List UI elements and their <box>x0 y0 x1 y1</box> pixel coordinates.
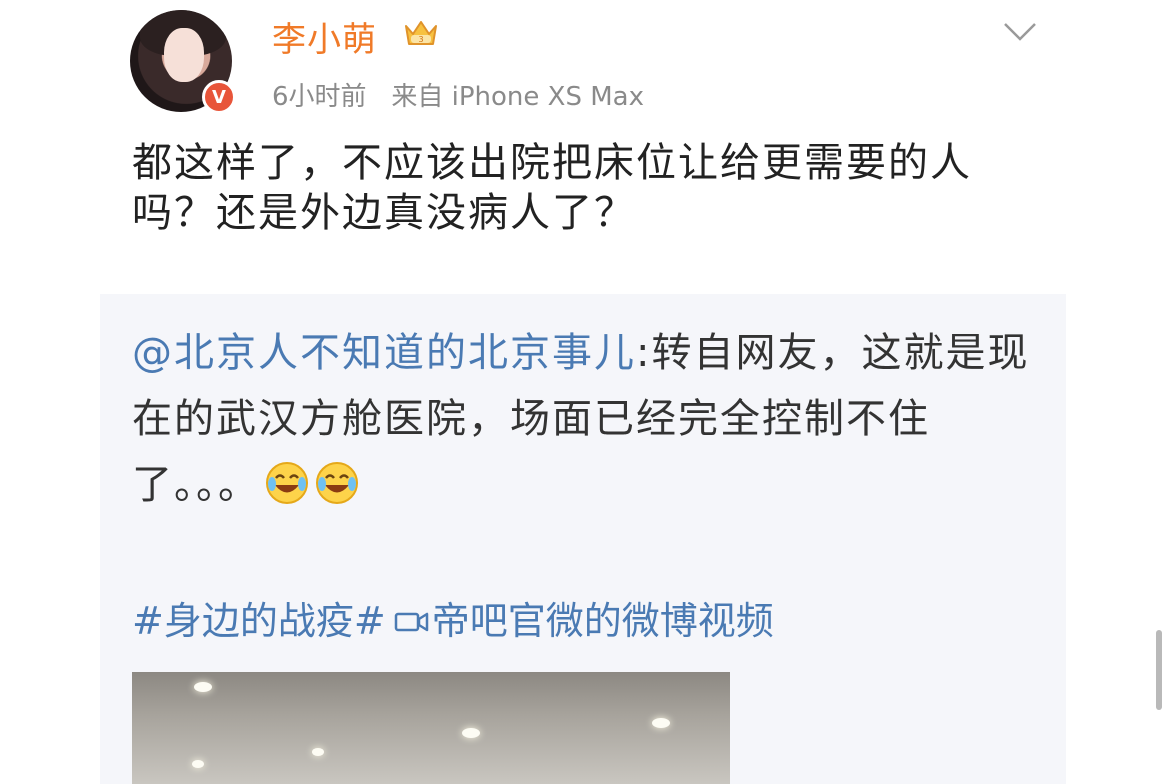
hashtag-link[interactable]: #身边的战疫# <box>132 599 386 643</box>
laugh-cry-icon <box>316 462 358 504</box>
post-time: 6小时前 <box>272 82 367 112</box>
svg-text:3: 3 <box>418 35 423 44</box>
post-text: 都这样了，不应该出院把床位让给更需要的人吗？还是外边真没病人了？ <box>132 140 972 236</box>
video-thumbnail[interactable] <box>132 672 730 784</box>
ceiling-light <box>462 728 480 738</box>
mention-link[interactable]: @北京人不知道的北京事儿 <box>132 330 636 376</box>
ceiling-light <box>652 718 670 728</box>
video-icon <box>394 612 428 632</box>
post-source[interactable]: 来自 iPhone XS Max <box>391 82 644 112</box>
screen: V 李小萌 3 6小时前 来自 iPhone XS Max 都这样了，不应该出院… <box>0 0 1176 784</box>
retweet-text: @北京人不知道的北京事儿:转自网友，这就是现在的武汉方舱医院，场面已经完全控制不… <box>132 320 1032 518</box>
ceiling-light <box>192 760 204 768</box>
post-meta: 6小时前 来自 iPhone XS Max <box>272 76 644 113</box>
laugh-cry-icon <box>266 462 308 504</box>
verified-badge: V <box>202 80 236 114</box>
ceiling-light <box>312 748 324 756</box>
avatar-face <box>164 28 204 82</box>
tags-line: #身边的战疫# 帝吧官微的微博视频 <box>132 590 774 645</box>
retweet-card[interactable]: @北京人不知道的北京事儿:转自网友，这就是现在的武汉方舱医院，场面已经完全控制不… <box>100 294 1066 784</box>
username[interactable]: 李小萌 <box>272 12 377 61</box>
chevron-down-icon[interactable] <box>1002 20 1038 44</box>
weibo-post: V 李小萌 3 6小时前 来自 iPhone XS Max 都这样了，不应该出院… <box>100 0 1162 784</box>
scrollbar[interactable] <box>1156 630 1162 710</box>
crown-icon: 3 <box>405 21 437 45</box>
video-link[interactable]: 帝吧官微的微博视频 <box>432 599 774 643</box>
ceiling-light <box>194 682 212 692</box>
